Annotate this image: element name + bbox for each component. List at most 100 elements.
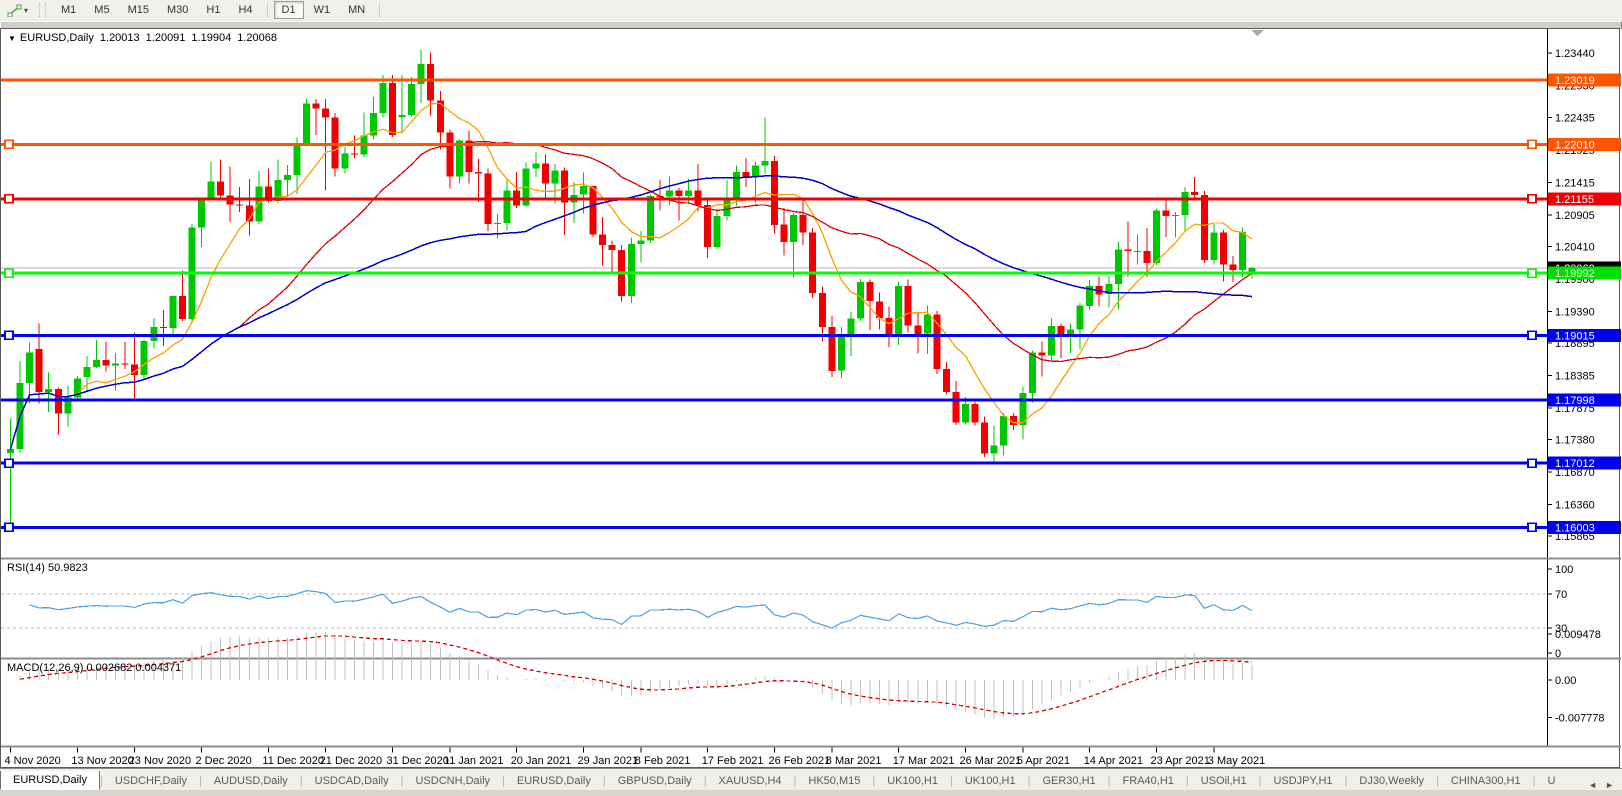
macd-indicator-label: MACD(12,26,9) 0.002682 0.004371 bbox=[7, 662, 181, 674]
trendline-tool-button[interactable]: ▾ bbox=[4, 3, 31, 18]
macd-panel: 0.0094780.00-0.007778 bbox=[11, 629, 1605, 725]
line-anchor-marker[interactable] bbox=[1528, 140, 1536, 148]
line-anchor-marker[interactable] bbox=[5, 459, 13, 467]
svg-text:29 Jan 2021: 29 Jan 2021 bbox=[578, 755, 639, 767]
chart-canvas[interactable]: 1.234401.229301.224351.219251.214151.209… bbox=[1, 29, 1621, 767]
timeframe-button-mn[interactable]: MN bbox=[340, 1, 373, 19]
timeframe-button-w1[interactable]: W1 bbox=[306, 1, 339, 19]
symbol-tab-usdcnh-daily[interactable]: USDCNH,Daily bbox=[403, 772, 502, 790]
macd-signal-line bbox=[20, 636, 1252, 714]
chart-scrollbar[interactable] bbox=[0, 20, 1622, 28]
line-anchor-marker[interactable] bbox=[5, 195, 13, 203]
symbol-tab-hk50-m15[interactable]: HK50,M15 bbox=[796, 772, 872, 790]
svg-text:3 May 2021: 3 May 2021 bbox=[1208, 755, 1265, 767]
svg-text:1.23019: 1.23019 bbox=[1555, 75, 1595, 87]
chevron-down-icon[interactable]: ▾ bbox=[24, 6, 28, 15]
svg-text:4 Nov 2020: 4 Nov 2020 bbox=[5, 755, 61, 767]
timeframe-button-m30[interactable]: M30 bbox=[159, 1, 196, 19]
svg-text:17 Mar 2021: 17 Mar 2021 bbox=[893, 755, 955, 767]
symbol-tab-bar: EURUSD,Daily|USDCHF,Daily|AUDUSD,Daily|U… bbox=[0, 768, 1622, 790]
level-price-label: 1.17998 bbox=[1548, 394, 1621, 408]
symbol-tab-usdjpy-h1[interactable]: USDJPY,H1 bbox=[1261, 772, 1344, 790]
low-value: 1.19904 bbox=[191, 32, 231, 44]
level-price-label: 1.23019 bbox=[1548, 74, 1621, 88]
symbol-tab-china300-h1[interactable]: CHINA300,H1 bbox=[1439, 772, 1533, 790]
svg-text:1.20905: 1.20905 bbox=[1555, 210, 1595, 222]
svg-text:1.18385: 1.18385 bbox=[1555, 371, 1595, 383]
svg-text:5 Apr 2021: 5 Apr 2021 bbox=[1017, 755, 1070, 767]
svg-text:1.17998: 1.17998 bbox=[1555, 395, 1595, 407]
symbol-tab-ger30-h1[interactable]: GER30,H1 bbox=[1030, 772, 1107, 790]
tab-scroll-controls: ◄ ► bbox=[1584, 780, 1622, 790]
timeframe-button-m1[interactable]: M1 bbox=[53, 1, 84, 19]
line-anchor-marker[interactable] bbox=[5, 523, 13, 531]
symbol-tab-eurusd-daily[interactable]: EURUSD,Daily bbox=[505, 772, 603, 790]
level-price-label: 1.22010 bbox=[1548, 138, 1621, 152]
svg-text:1.16360: 1.16360 bbox=[1555, 500, 1595, 512]
symbol-tab-usdchf-daily[interactable]: USDCHF,Daily bbox=[103, 772, 199, 790]
symbol-tab-usdcad-daily[interactable]: USDCAD,Daily bbox=[303, 772, 401, 790]
level-price-label: 1.16003 bbox=[1548, 521, 1621, 535]
svg-text:11 Jan 2021: 11 Jan 2021 bbox=[444, 755, 504, 767]
svg-text:1.20410: 1.20410 bbox=[1555, 241, 1595, 253]
symbol-tab-audusd-daily[interactable]: AUDUSD,Daily bbox=[202, 772, 300, 790]
symbol-tab-dj30-weekly[interactable]: DJ30,Weekly bbox=[1347, 772, 1436, 790]
line-anchor-marker[interactable] bbox=[5, 140, 13, 148]
svg-text:1.19992: 1.19992 bbox=[1555, 268, 1595, 280]
level-price-label: 1.21155 bbox=[1548, 192, 1621, 206]
timeframe-button-h1[interactable]: H1 bbox=[198, 1, 228, 19]
candlesticks bbox=[7, 50, 1256, 526]
symbol-tab-fra40-h1[interactable]: FRA40,H1 bbox=[1111, 772, 1186, 790]
level-price-label: 1.17012 bbox=[1548, 457, 1621, 471]
timeframe-button-m5[interactable]: M5 bbox=[86, 1, 117, 19]
line-anchor-marker[interactable] bbox=[1528, 459, 1536, 467]
svg-text:2 Dec 2020: 2 Dec 2020 bbox=[196, 755, 252, 767]
svg-text:8 Mar 2021: 8 Mar 2021 bbox=[826, 755, 882, 767]
line-anchor-marker[interactable] bbox=[1528, 523, 1536, 531]
rsi-indicator-label: RSI(14) 50.9823 bbox=[7, 562, 88, 574]
open-value: 1.20013 bbox=[100, 32, 140, 44]
svg-text:13 Nov 2020: 13 Nov 2020 bbox=[71, 755, 133, 767]
svg-text:0.009478: 0.009478 bbox=[1555, 629, 1601, 641]
level-price-label: 1.19992 bbox=[1548, 267, 1621, 281]
svg-text:-0.007778: -0.007778 bbox=[1555, 713, 1605, 725]
svg-text:1.22435: 1.22435 bbox=[1555, 112, 1595, 124]
svg-text:1.17012: 1.17012 bbox=[1555, 458, 1595, 470]
svg-text:21 Dec 2020: 21 Dec 2020 bbox=[320, 755, 382, 767]
svg-text:1.21415: 1.21415 bbox=[1555, 177, 1595, 189]
chart-shift-marker[interactable] bbox=[1251, 30, 1264, 36]
svg-text:20 Jan 2021: 20 Jan 2021 bbox=[511, 755, 572, 767]
svg-text:26 Feb 2021: 26 Feb 2021 bbox=[769, 755, 831, 767]
timeframe-button-m15[interactable]: M15 bbox=[120, 1, 157, 19]
date-axis[interactable]: 4 Nov 202013 Nov 202023 Nov 20202 Dec 20… bbox=[5, 748, 1266, 768]
chart-window[interactable]: ▼ EURUSD,Daily 1.20013 1.20091 1.19904 1.2006… bbox=[0, 28, 1620, 768]
trendline-tool-icon bbox=[7, 4, 22, 17]
chart-svg[interactable]: 1.234401.229301.224351.219251.214151.209… bbox=[1, 29, 1621, 767]
line-anchor-marker[interactable] bbox=[5, 269, 13, 277]
symbol-tab-uk100-h1[interactable]: UK100,H1 bbox=[875, 772, 950, 790]
line-anchor-marker[interactable] bbox=[1528, 195, 1536, 203]
svg-text:26 Mar 2021: 26 Mar 2021 bbox=[960, 755, 1022, 767]
symbol-tab-usoil-h1[interactable]: USOil,H1 bbox=[1189, 772, 1259, 790]
symbol-tab-gbpusd-daily[interactable]: GBPUSD,Daily bbox=[606, 772, 704, 790]
close-value: 1.20068 bbox=[237, 32, 277, 44]
symbol-period-label: EURUSD,Daily bbox=[20, 32, 94, 44]
symbol-tab-u[interactable]: U bbox=[1535, 772, 1567, 790]
svg-text:1.21155: 1.21155 bbox=[1555, 194, 1594, 206]
symbol-tab-eurusd-daily[interactable]: EURUSD,Daily bbox=[0, 771, 100, 790]
timeframe-button-h4[interactable]: H4 bbox=[230, 1, 260, 19]
tab-scroll-left-icon[interactable]: ◄ bbox=[1584, 780, 1601, 790]
high-value: 1.20091 bbox=[146, 32, 186, 44]
timeframe-button-d1[interactable]: D1 bbox=[274, 1, 304, 19]
timeframe-toolbar: ▾ M1M5M15M30H1H4 D1W1MN bbox=[0, 0, 1622, 21]
line-anchor-marker[interactable] bbox=[1528, 269, 1536, 277]
svg-text:31 Dec 2020: 31 Dec 2020 bbox=[387, 755, 449, 767]
collapse-triangle-icon[interactable]: ▼ bbox=[8, 34, 16, 43]
symbol-tab-xauusd-h4[interactable]: XAUUSD,H4 bbox=[707, 772, 794, 790]
line-anchor-marker[interactable] bbox=[1528, 331, 1536, 339]
line-anchor-marker[interactable] bbox=[5, 331, 13, 339]
svg-text:23 Apr 2021: 23 Apr 2021 bbox=[1151, 755, 1210, 767]
svg-text:70: 70 bbox=[1555, 589, 1567, 601]
tab-scroll-right-icon[interactable]: ► bbox=[1601, 780, 1618, 790]
symbol-tab-uk100-h1[interactable]: UK100,H1 bbox=[953, 772, 1028, 790]
